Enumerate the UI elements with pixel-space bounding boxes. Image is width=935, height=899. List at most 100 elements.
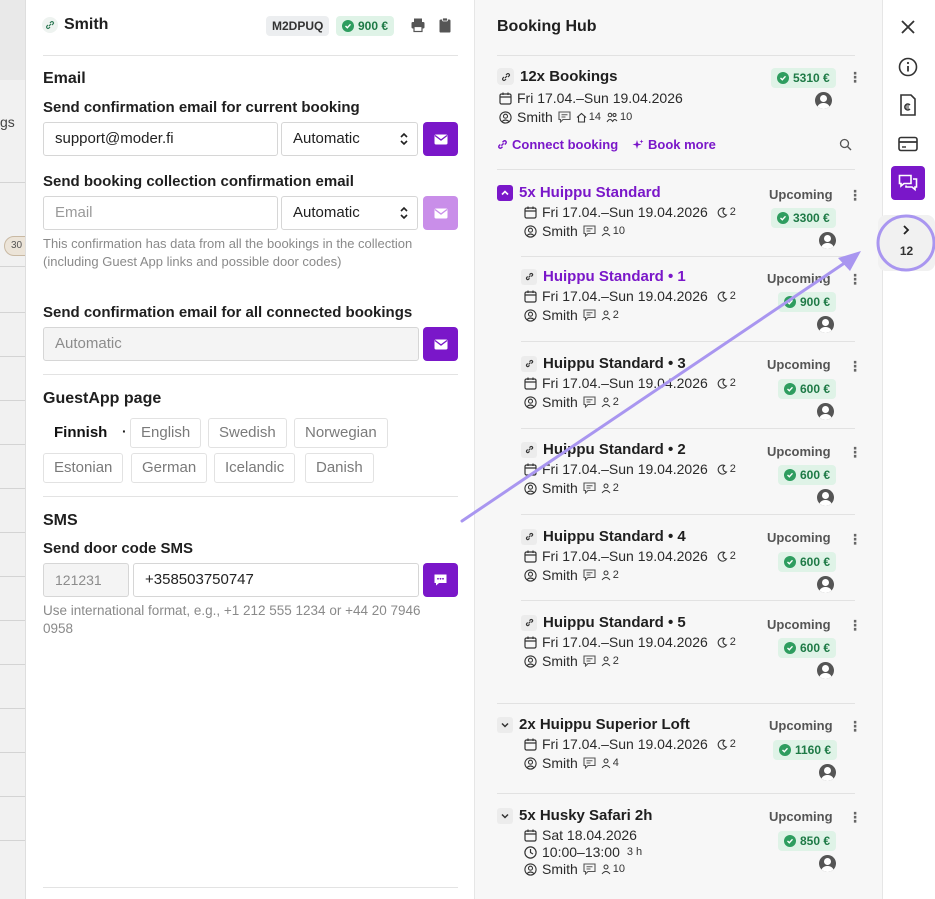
- group-avatar: [815, 92, 832, 109]
- group-title: 12x Bookings: [497, 68, 683, 85]
- moon-icon: [717, 464, 728, 475]
- current-email-input[interactable]: support@moder.fi: [43, 122, 278, 156]
- price-badge: 600 €: [778, 552, 837, 572]
- price-badge: 600 €: [778, 465, 837, 485]
- booking-item-huippu-standard-4[interactable]: Huippu Standard • 4 Fri 17.04.–Sun 19.04…: [521, 528, 736, 583]
- status-badge: Upcoming: [769, 187, 833, 202]
- current-email-mode-select[interactable]: Automatic: [281, 122, 418, 156]
- chevron-right-icon: [903, 225, 910, 235]
- group-more-icon[interactable]: ⋮: [848, 70, 862, 84]
- check-icon: [784, 556, 796, 568]
- connect-booking-link[interactable]: Connect booking: [497, 137, 618, 152]
- language-icelandic[interactable]: Icelandic: [214, 453, 296, 483]
- info-icon[interactable]: [891, 50, 925, 84]
- message-icon: [583, 482, 596, 494]
- person-icon: [601, 483, 611, 493]
- user-circle-icon: [524, 395, 537, 409]
- price-badge: 850 €: [778, 831, 837, 851]
- message-icon: [583, 863, 596, 875]
- booking-item-huippu-standard-3[interactable]: Huippu Standard • 3 Fri 17.04.–Sun 19.04…: [521, 355, 736, 410]
- more-icon[interactable]: ⋮: [848, 532, 862, 546]
- booking-item-huippu-standard-1[interactable]: Huippu Standard • 1 Fri 17.04.–Sun 19.04…: [521, 268, 736, 323]
- door-code-field: 121231: [43, 563, 129, 597]
- send-connected-email-button[interactable]: [423, 327, 458, 361]
- more-icon[interactable]: ⋮: [848, 445, 862, 459]
- send-collection-email-button[interactable]: [423, 196, 458, 230]
- send-current-email-button[interactable]: [423, 122, 458, 156]
- print-icon[interactable]: [410, 17, 426, 36]
- booking-detail-panel: Smith M2DPUQ 900 € Email Send confirmati…: [26, 0, 474, 899]
- price-badge: 600 €: [778, 638, 837, 658]
- envelope-icon: [434, 339, 447, 349]
- close-icon[interactable]: [891, 10, 925, 44]
- send-sms-button[interactable]: [423, 563, 458, 597]
- message-icon: [583, 655, 596, 667]
- email-section-title: Email: [43, 70, 86, 87]
- calendar-icon: [499, 92, 512, 105]
- booking-hub-panel: Booking Hub 12x Bookings Fri 17.04.–Sun …: [474, 0, 882, 899]
- chat-panel-button[interactable]: [891, 166, 925, 200]
- invoice-icon[interactable]: [891, 88, 925, 122]
- collection-email-mode-select[interactable]: Automatic: [281, 196, 418, 230]
- person-icon: [601, 310, 611, 320]
- more-icon[interactable]: ⋮: [848, 618, 862, 632]
- user-circle-icon: [524, 568, 537, 582]
- collection-email-input[interactable]: Email: [43, 196, 278, 230]
- person-icon: [601, 864, 611, 874]
- booking-item-husky-safari[interactable]: 5x Husky Safari 2h Sat 18.04.2026 10:00–…: [497, 807, 652, 877]
- card-icon[interactable]: [891, 127, 925, 161]
- link-icon: [498, 140, 507, 149]
- chevron-down-icon[interactable]: [497, 807, 513, 824]
- booking-item-huippu-standard-2[interactable]: Huippu Standard • 2 Fri 17.04.–Sun 19.04…: [521, 441, 736, 496]
- home-icon: [576, 112, 587, 123]
- booking-total-badge: 900 €: [336, 16, 395, 36]
- door-code-sms-label: Send door code SMS: [43, 540, 194, 557]
- link-icon: [521, 355, 537, 372]
- booking-code-badge[interactable]: M2DPUQ: [266, 16, 330, 36]
- clipboard-icon[interactable]: [438, 17, 452, 36]
- price-badge: 900 €: [778, 292, 837, 312]
- booking-item-huippu-standard-5[interactable]: Huippu Standard • 5 Fri 17.04.–Sun 19.04…: [521, 614, 736, 669]
- calendar-icon: [524, 206, 537, 219]
- background-app: gs 30: [0, 0, 26, 899]
- calendar-icon: [524, 290, 537, 303]
- more-icon[interactable]: ⋮: [848, 272, 862, 286]
- language-danish[interactable]: Danish: [305, 453, 374, 483]
- booking-item-huippu-standard-group[interactable]: 5x Huippu Standard Fri 17.04.–Sun 19.04.…: [497, 184, 736, 239]
- background-count-badge: 30: [4, 236, 25, 256]
- booking-group-card[interactable]: 12x Bookings Fri 17.04.–Sun 19.04.2026 S…: [497, 68, 683, 125]
- person-icon: [601, 397, 611, 407]
- language-english[interactable]: English: [130, 418, 202, 448]
- booking-item-huippu-superior-loft[interactable]: 2x Huippu Superior Loft Fri 17.04.–Sun 1…: [497, 716, 736, 771]
- phone-input[interactable]: +358503750747: [133, 563, 419, 597]
- envelope-icon: [434, 134, 447, 144]
- chevron-up-icon[interactable]: [497, 184, 513, 201]
- more-icon[interactable]: ⋮: [848, 719, 862, 733]
- language-norwegian[interactable]: Norwegian: [294, 418, 388, 448]
- check-icon: [779, 744, 791, 756]
- right-rail: [882, 0, 935, 899]
- message-icon: [558, 111, 571, 123]
- expand-hub-button[interactable]: 12: [878, 215, 935, 271]
- more-icon[interactable]: ⋮: [848, 188, 862, 202]
- moon-icon: [717, 551, 728, 562]
- more-icon[interactable]: ⋮: [848, 359, 862, 373]
- chat-icon: [898, 174, 918, 192]
- more-icon[interactable]: ⋮: [848, 810, 862, 824]
- language-finnish[interactable]: Finnish: [43, 418, 119, 448]
- status-badge: Upcoming: [769, 809, 833, 824]
- link-icon: [42, 17, 58, 33]
- language-estonian[interactable]: Estonian: [43, 453, 124, 483]
- search-icon[interactable]: [839, 138, 852, 154]
- language-german[interactable]: German: [131, 453, 208, 483]
- chevron-down-icon[interactable]: [497, 716, 513, 733]
- booking-header: Smith: [42, 16, 108, 34]
- avatar: [817, 489, 834, 506]
- user-circle-icon: [524, 862, 537, 876]
- check-icon: [777, 212, 789, 224]
- collection-email-note: This confirmation has data from all the …: [43, 236, 413, 269]
- book-more-link[interactable]: Book more: [632, 137, 716, 152]
- user-circle-icon: [524, 654, 537, 668]
- language-swedish[interactable]: Swedish: [208, 418, 287, 448]
- status-badge: Upcoming: [767, 357, 831, 372]
